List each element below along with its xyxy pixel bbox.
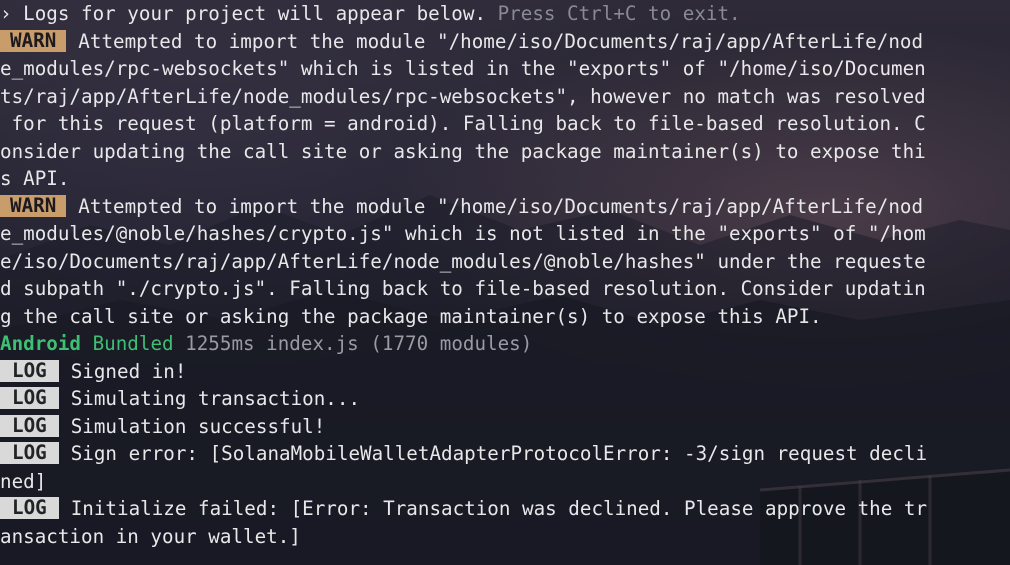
warn-line: WARN Attempted to import the module "/hom… (0, 193, 1010, 221)
warn-text: Attempted to import the module "/home/is… (78, 194, 924, 218)
warn-continuation: e/iso/Documents/raj/app/AfterLife/node_m… (0, 249, 926, 273)
intro-line: › Logs for your project will appear belo… (0, 0, 1010, 28)
warn-badge: WARN (0, 29, 67, 52)
log-line: LOG Sign error: [SolanaMobileWalletAdapte… (0, 440, 1010, 468)
log-badge: LOG (0, 497, 59, 519)
warn-continuation: g the call site or asking the package ma… (0, 304, 822, 328)
warn-continuation: d subpath "./crypto.js". Falling back to… (0, 277, 926, 300)
log-line: LOG Simulation successful! (0, 413, 1010, 441)
warn-text: Attempted to import the module "/home/is… (78, 29, 924, 53)
log-text: Initialize failed: [Error: Transaction w… (70, 497, 928, 520)
warn-continuation: ts/raj/app/AfterLife/node_modules/rpc-we… (0, 84, 926, 108)
warn-continuation: s API. (0, 167, 70, 190)
bundle-platform: Android (0, 332, 82, 355)
log-text: Signed in! (70, 359, 187, 383)
log-text: Simulation successful! (70, 414, 326, 438)
bundle-line: Android Bundled 1255ms index.js (1770 mo… (0, 330, 1010, 358)
warn-badge: WARN (0, 194, 67, 217)
log-line: LOG Initialize failed: [Error: Transactio… (0, 495, 1010, 523)
prompt-symbol: › (0, 2, 12, 25)
warn-continuation: e_modules/@noble/hashes/crypto.js" which… (0, 222, 926, 245)
intro-hint: Press Ctrl+C to exit. (497, 2, 741, 25)
intro-text: Logs for your project will appear below. (11, 2, 498, 25)
log-text: Simulating transaction... (70, 387, 361, 410)
bundle-status: Bundled (81, 332, 174, 355)
terminal-output: › Logs for your project will appear belo… (0, 0, 1010, 550)
warn-continuation: for this request (platform = android). F… (0, 112, 926, 135)
log-line: LOG Simulating transaction... (0, 385, 1010, 413)
log-continuation: ansaction in your wallet.] (0, 524, 301, 548)
log-text: Sign error: [SolanaMobileWalletAdapterPr… (70, 442, 928, 465)
log-badge: LOG (0, 414, 59, 437)
warn-line: WARN Attempted to import the module "/hom… (0, 28, 1010, 56)
warn-continuation: e_modules/rpc-websockets" which is liste… (0, 57, 926, 80)
log-badge: LOG (0, 387, 59, 409)
log-badge: LOG (0, 359, 59, 382)
bundle-details: 1255ms index.js (1770 modules) (173, 332, 533, 355)
log-badge: LOG (0, 442, 59, 464)
log-line: LOG Signed in! (0, 358, 1010, 386)
log-continuation: ned] (0, 469, 47, 493)
warn-continuation: onsider updating the call site or asking… (0, 139, 926, 163)
